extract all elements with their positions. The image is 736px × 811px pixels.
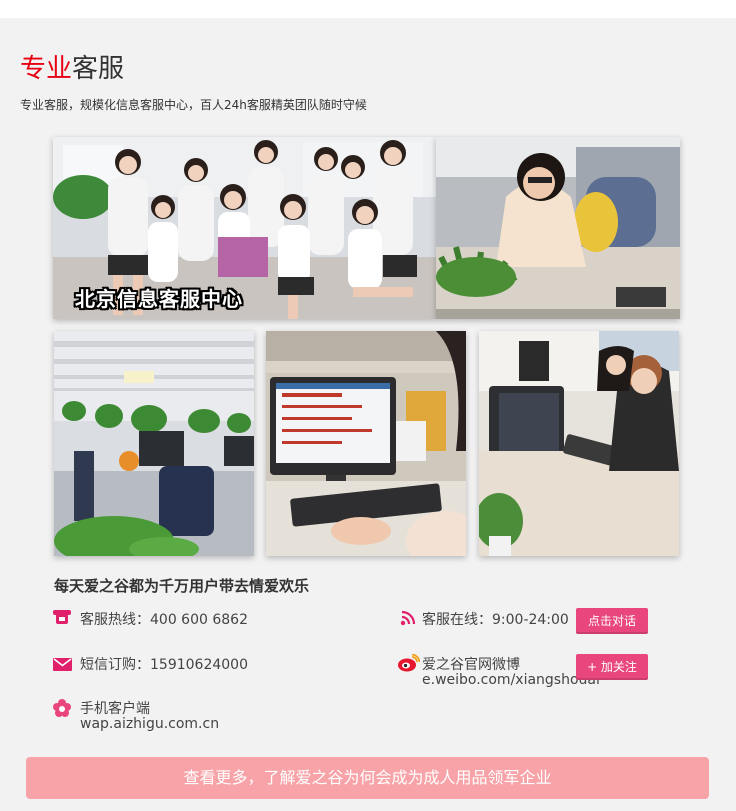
chat-button[interactable]: 点击对话 bbox=[576, 608, 648, 634]
computer-screen-photo bbox=[266, 331, 466, 556]
weibo-icon bbox=[398, 653, 421, 676]
photo-caption: 北京信息客服中心 bbox=[75, 287, 243, 311]
pointer-notch bbox=[517, 0, 545, 17]
office-floor-photo bbox=[54, 331, 254, 556]
weibo-url[interactable]: e.weibo.com/xiangshouai bbox=[422, 672, 600, 688]
top-band bbox=[0, 0, 736, 18]
section-title: 专业客服 bbox=[20, 52, 124, 86]
phone-icon bbox=[53, 609, 71, 628]
learn-more-button[interactable]: 查看更多，了解爱之谷为何会成为成人用品领军企业 bbox=[26, 757, 709, 799]
follow-button[interactable]: + 加关注 bbox=[576, 654, 648, 680]
mobile-client-label: 手机客户端 bbox=[80, 701, 150, 717]
online-hours-text: 客服在线：9:00-24:00 bbox=[422, 612, 569, 628]
flower-icon bbox=[52, 698, 72, 722]
title-highlight: 专业 bbox=[20, 54, 73, 84]
hotline-text: 客服热线：400 600 6862 bbox=[80, 612, 248, 628]
headset-operators-photo bbox=[479, 331, 679, 556]
mobile-client-url[interactable]: wap.aizhigu.com.cn bbox=[80, 716, 219, 732]
wifi-signal-icon bbox=[400, 610, 416, 630]
weibo-label: 爱之谷官网微博 bbox=[422, 657, 520, 673]
slogan: 每天爱之谷都为千万用户带去情爱欢乐 bbox=[54, 577, 310, 595]
operator-phone-photo bbox=[436, 137, 680, 319]
section-subtitle: 专业客服，规模化信息客服中心，百人24h客服精英团队随时守候 bbox=[20, 98, 367, 112]
envelope-icon bbox=[53, 656, 72, 675]
team-group-photo: 北京信息客服中心 bbox=[53, 137, 436, 319]
title-rest: 客服 bbox=[72, 54, 125, 84]
sms-order-text: 短信订购：15910624000 bbox=[80, 657, 248, 673]
